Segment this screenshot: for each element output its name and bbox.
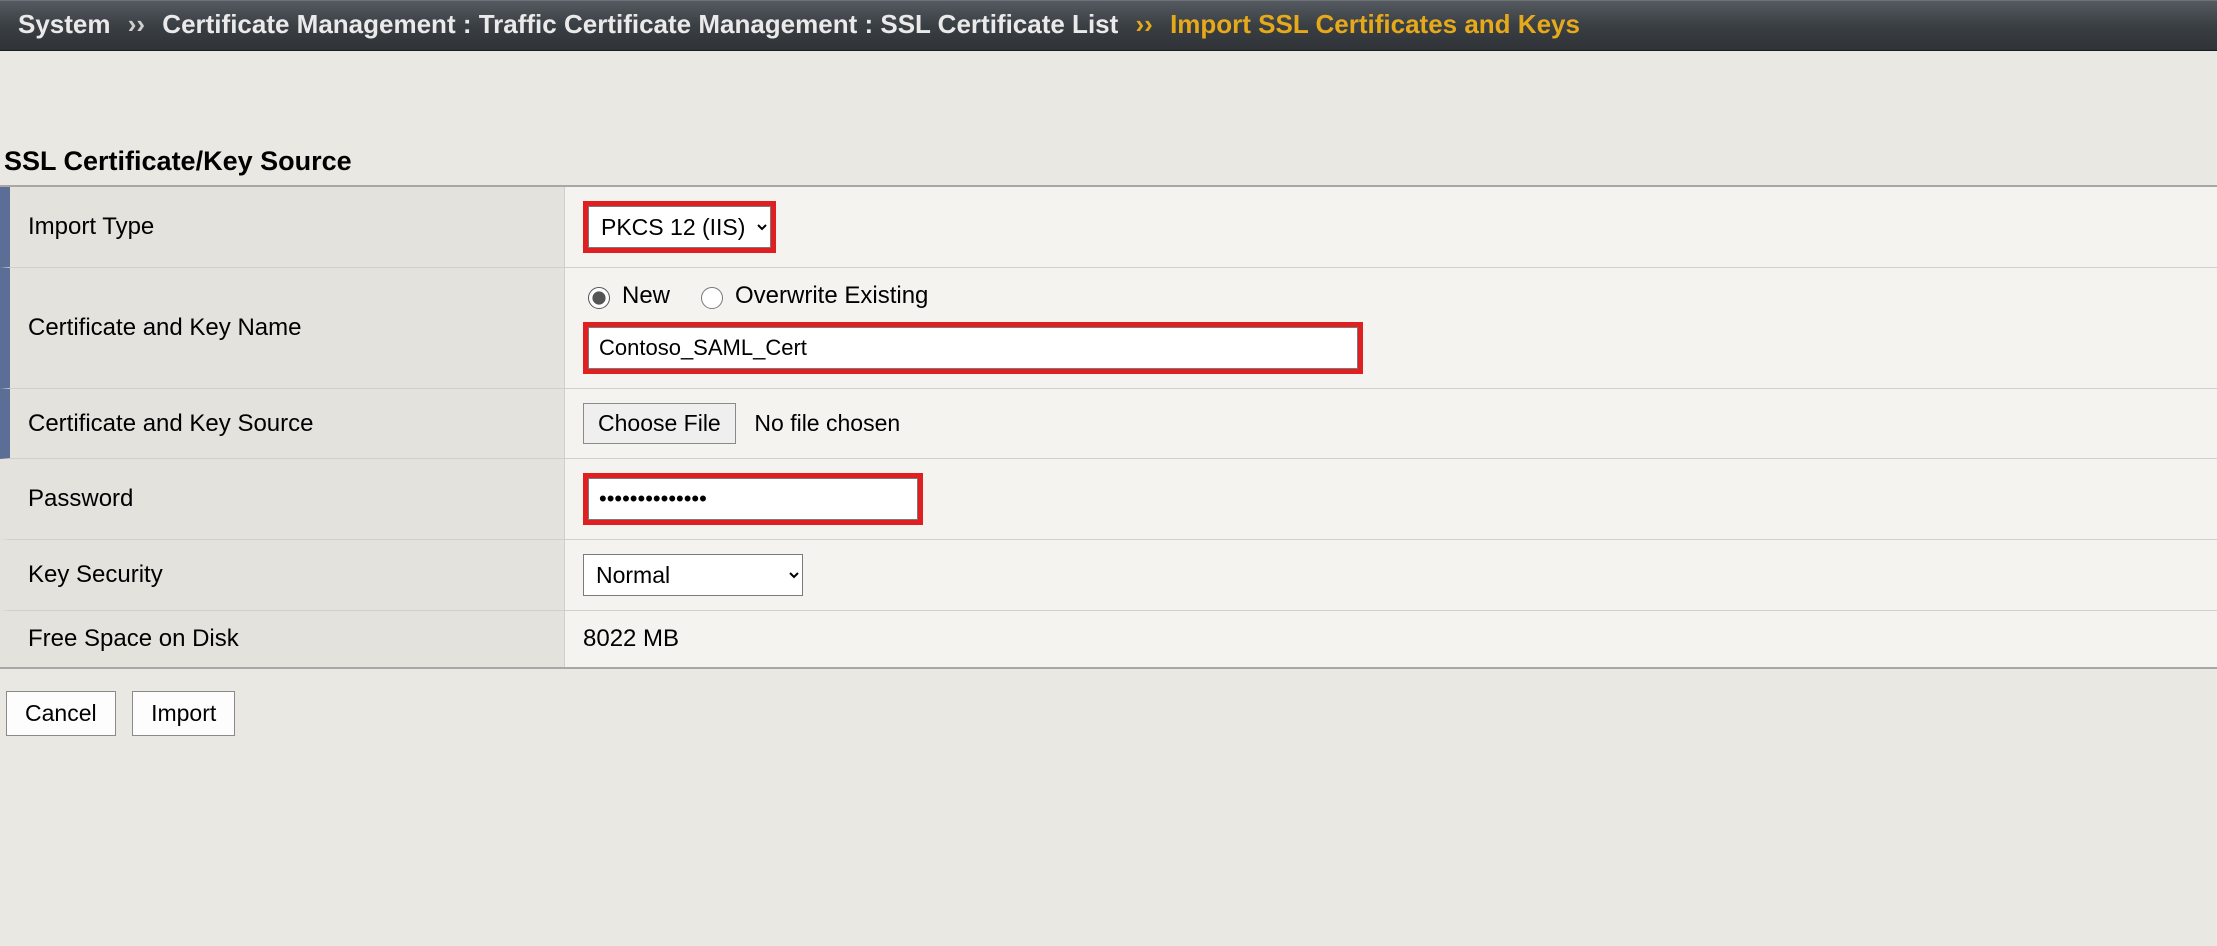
ssl-key-source-form: Import Type PKCS 12 (IIS) Certificate an… [0,185,2217,669]
breadcrumb-current: Import SSL Certificates and Keys [1170,9,1580,39]
section-title: SSL Certificate/Key Source [0,51,2217,185]
form-footer: Cancel Import [0,669,2217,758]
radio-overwrite-label[interactable]: Overwrite Existing [735,282,928,310]
radio-new[interactable] [588,287,610,309]
breadcrumb-separator: ›› [128,9,145,39]
breadcrumb: System ›› Certificate Management : Traff… [0,0,2217,51]
cert-key-name-mode-group: New Overwrite Existing [583,282,2199,310]
label-cert-key-name: Certificate and Key Name [0,268,565,389]
choose-file-button[interactable]: Choose File [583,403,736,444]
cancel-button[interactable]: Cancel [6,691,116,736]
cert-key-name-input[interactable] [588,327,1358,369]
breadcrumb-root[interactable]: System [18,9,111,39]
key-security-select[interactable]: Normal [583,554,803,596]
highlight-import-type: PKCS 12 (IIS) [583,201,776,253]
breadcrumb-path[interactable]: Certificate Management : Traffic Certifi… [162,9,1118,39]
password-input[interactable] [588,478,918,520]
label-key-security: Key Security [0,540,565,611]
highlight-cert-key-name [583,322,1363,374]
label-free-space: Free Space on Disk [0,611,565,667]
radio-overwrite[interactable] [701,287,723,309]
label-import-type: Import Type [0,187,565,268]
radio-new-label[interactable]: New [622,282,670,310]
import-button[interactable]: Import [132,691,235,736]
breadcrumb-separator: ›› [1136,9,1153,39]
highlight-password [583,473,923,525]
label-password: Password [0,459,565,540]
import-type-select[interactable]: PKCS 12 (IIS) [588,206,771,248]
label-cert-key-source: Certificate and Key Source [0,389,565,459]
file-chosen-status: No file chosen [754,410,900,436]
free-space-value: 8022 MB [565,611,2217,667]
